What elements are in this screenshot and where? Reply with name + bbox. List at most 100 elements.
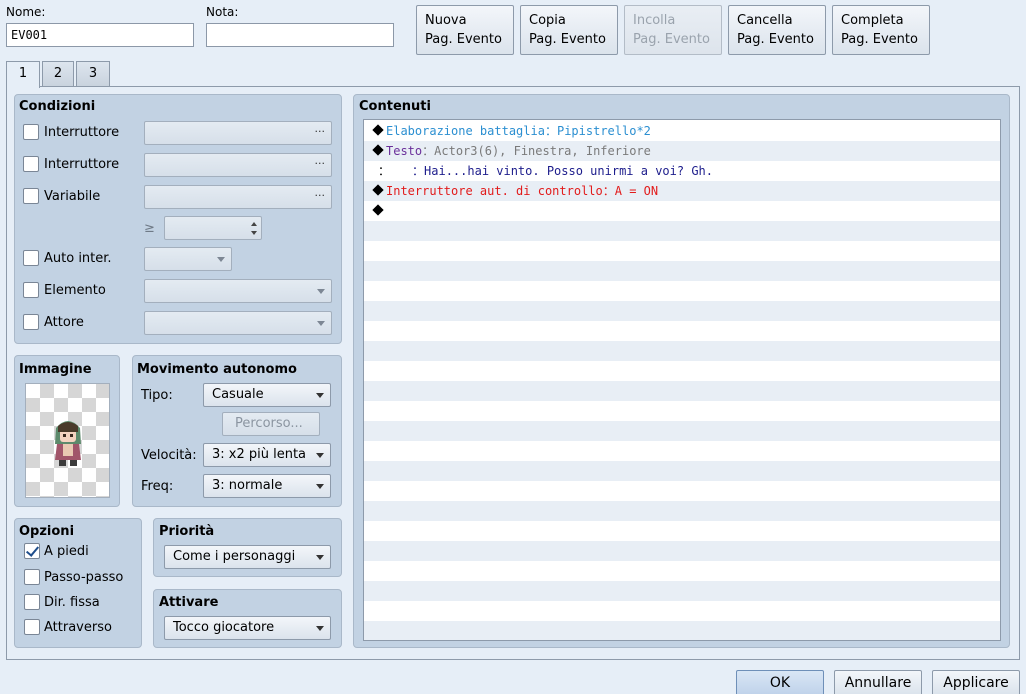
walking-label: A piedi <box>44 544 89 559</box>
cancel-button[interactable]: Annullare <box>834 670 922 694</box>
command-arg: Actor3(6), Finestra, Inferiore <box>434 144 651 158</box>
empty-row <box>364 441 1000 461</box>
event-command-list[interactable]: Elaborazione battaglia：Pipistrello*2 Tes… <box>363 119 1001 641</box>
direction-fix-checkbox[interactable] <box>24 594 40 610</box>
conditions-title: Condizioni <box>19 99 96 114</box>
variable-checkbox[interactable] <box>23 188 39 204</box>
item-dropdown[interactable] <box>144 279 332 303</box>
empty-row <box>364 541 1000 561</box>
diamond-icon <box>372 204 384 216</box>
movement-speed-label: Velocità: <box>141 448 197 463</box>
switch1-checkbox[interactable] <box>23 124 39 140</box>
continuation-prefix: ： <box>378 164 391 178</box>
chevron-down-icon <box>316 484 324 489</box>
command-sep: ： <box>422 144 435 158</box>
gte-sign: ≥ <box>144 221 155 236</box>
diamond-icon <box>372 144 384 156</box>
clear-page-line1: Completa <box>841 13 904 28</box>
actor-dropdown[interactable] <box>144 311 332 335</box>
event-image-preview[interactable] <box>25 383 110 498</box>
paste-page-line1: Incolla <box>633 13 676 28</box>
walking-checkbox[interactable] <box>24 543 40 559</box>
note-input[interactable] <box>206 23 394 47</box>
movement-speed-dropdown[interactable]: 3: x2 più lenta <box>203 443 331 467</box>
command-name: Testo <box>386 144 423 158</box>
command-name: Elaborazione battaglia <box>386 124 545 138</box>
empty-row <box>364 401 1000 421</box>
tab-page-3[interactable]: 3 <box>76 61 110 86</box>
switch2-label: Interruttore <box>44 157 120 172</box>
direction-fix-label: Dir. fissa <box>44 595 100 610</box>
new-page-button[interactable]: Nuova Pag. Evento <box>416 5 514 55</box>
empty-row <box>364 321 1000 341</box>
self-switch-dropdown[interactable] <box>144 247 232 271</box>
empty-row <box>364 261 1000 281</box>
empty-row <box>364 581 1000 601</box>
stepping-label: Passo-passo <box>44 570 124 585</box>
character-sprite-icon <box>55 421 81 466</box>
movement-freq-dropdown[interactable]: 3: normale <box>203 474 331 498</box>
delete-page-button[interactable]: Cancella Pag. Evento <box>728 5 826 55</box>
note-label: Nota: <box>206 5 239 19</box>
list-item[interactable]: Testo：Actor3(6), Finestra, Inferiore <box>364 141 1000 161</box>
switch1-field[interactable]: ··· <box>144 121 332 145</box>
list-item[interactable] <box>364 201 1000 221</box>
switch2-checkbox[interactable] <box>23 156 39 172</box>
self-switch-label: Auto inter. <box>44 251 112 266</box>
item-label: Elemento <box>44 283 106 298</box>
delete-page-line2: Pag. Evento <box>737 32 814 47</box>
actor-checkbox[interactable] <box>23 314 39 330</box>
list-item[interactable]: Elaborazione battaglia：Pipistrello*2 <box>364 121 1000 141</box>
switch1-label: Interruttore <box>44 125 120 140</box>
tab-page-2[interactable]: 2 <box>42 61 74 86</box>
command-sep: ： <box>412 164 425 178</box>
name-input[interactable]: EV001 <box>6 23 194 47</box>
tab-page-1[interactable]: 1 <box>6 61 40 88</box>
stepping-checkbox[interactable] <box>24 569 40 585</box>
trigger-value: Tocco giocatore <box>173 620 275 635</box>
command-arg: Pipistrello*2 <box>556 124 651 138</box>
new-page-line2: Pag. Evento <box>425 32 502 47</box>
list-item[interactable]: ：：Hai...hai vinto. Posso unirmi a voi? G… <box>364 161 1000 181</box>
movement-title: Movimento autonomo <box>137 362 297 377</box>
empty-row <box>364 601 1000 621</box>
through-checkbox[interactable] <box>24 619 40 635</box>
paste-page-line2: Pag. Evento <box>633 32 710 47</box>
switch2-field[interactable]: ··· <box>144 153 332 177</box>
movement-type-value: Casuale <box>212 387 264 402</box>
empty-row <box>364 361 1000 381</box>
delete-page-line1: Cancella <box>737 13 793 28</box>
copy-page-button[interactable]: Copia Pag. Evento <box>520 5 618 55</box>
trigger-dropdown[interactable]: Tocco giocatore <box>164 616 331 640</box>
empty-row <box>364 381 1000 401</box>
empty-row <box>364 301 1000 321</box>
command-name: Interruttore aut. di controllo <box>386 184 603 198</box>
trigger-title: Attivare <box>159 595 219 610</box>
command-arg: Hai...hai vinto. Posso unirmi a voi? Gh. <box>424 164 713 178</box>
list-item[interactable]: Interruttore aut. di controllo：A = ON <box>364 181 1000 201</box>
clear-page-button[interactable]: Completa Pag. Evento <box>832 5 930 55</box>
spin-down-icon[interactable] <box>249 228 259 238</box>
switch2-dots: ··· <box>314 157 326 170</box>
item-checkbox[interactable] <box>23 282 39 298</box>
movement-type-dropdown[interactable]: Casuale <box>203 383 331 407</box>
priority-dropdown[interactable]: Come i personaggi <box>164 545 331 569</box>
switch1-dots: ··· <box>314 125 326 138</box>
movement-freq-label: Freq: <box>141 479 174 494</box>
empty-row <box>364 221 1000 241</box>
empty-row <box>364 341 1000 361</box>
clear-page-line2: Pag. Evento <box>841 32 918 47</box>
route-button[interactable]: Percorso... <box>222 412 320 436</box>
variable-field[interactable]: ··· <box>144 185 332 209</box>
command-arg: A = ON <box>614 184 659 198</box>
variable-value-spinner[interactable] <box>164 216 262 240</box>
apply-button[interactable]: Applicare <box>932 670 1020 694</box>
variable-label: Variabile <box>44 189 101 204</box>
self-switch-checkbox[interactable] <box>23 250 39 266</box>
options-title: Opzioni <box>19 524 75 539</box>
paste-page-button[interactable]: Incolla Pag. Evento <box>624 5 722 55</box>
empty-row <box>364 421 1000 441</box>
chevron-down-icon <box>316 555 324 560</box>
chevron-down-icon <box>316 393 324 398</box>
ok-button[interactable]: OK <box>736 670 824 694</box>
